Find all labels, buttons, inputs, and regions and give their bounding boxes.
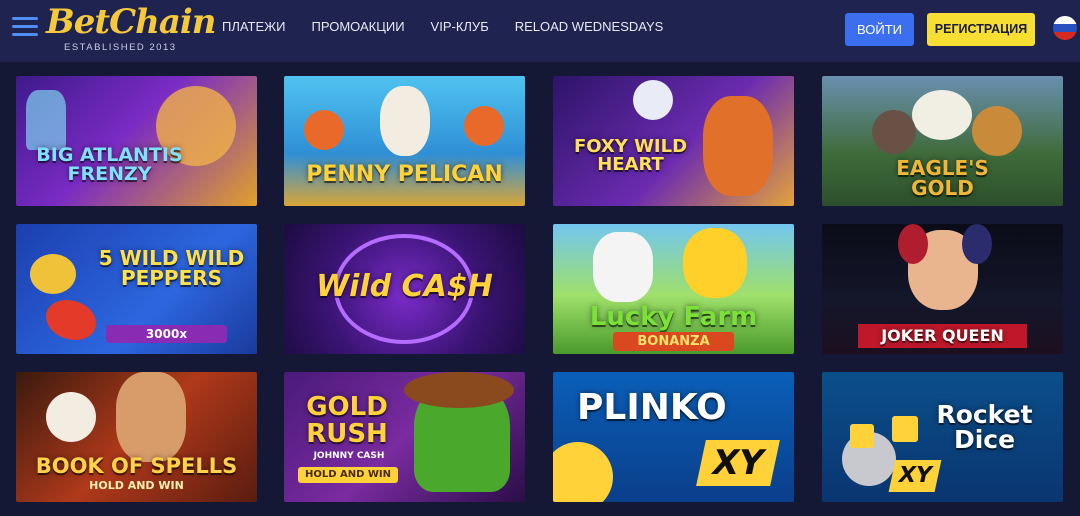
game-title: PENNY PELICAN [306,162,503,187]
game-title: JOKER QUEEN [858,324,1027,348]
game-title: GOLD RUSH [306,392,388,450]
game-tile-wild-cash[interactable]: Wild CA$H [284,224,525,354]
game-tile-gold-rush[interactable]: GOLD RUSH JOHNNY CASH HOLD AND WIN [284,372,525,502]
game-title: BIG ATLANTIS FRENZY [36,144,183,185]
game-title: PLINKO [577,387,727,428]
game-tile-joker-queen[interactable]: JOKER QUEEN [822,224,1063,354]
game-title: EAGLE'S GOLD [896,156,989,200]
game-badge: 3000x [106,325,227,343]
game-tile-foxy-wild-heart[interactable]: FOXY WILD HEART [553,76,794,206]
login-button[interactable]: ВОЙТИ [845,13,914,46]
game-tile-lucky-farm-bonanza[interactable]: Lucky Farm BONANZA [553,224,794,354]
game-title: BOOK OF SPELLS [35,454,238,478]
logo[interactable]: BetChain ESTABLISHED 2013 [46,2,217,54]
nav-vip-club[interactable]: VIP-КЛУБ [431,19,489,34]
nav-promotions[interactable]: ПРОМОАКЦИИ [312,19,405,34]
game-tile-eagles-gold[interactable]: EAGLE'S GOLD [822,76,1063,206]
game-tile-plinko-xy[interactable]: PLINKO XY [553,372,794,502]
logo-text: BetChain [46,2,217,42]
register-button[interactable]: РЕГИСТРАЦИЯ [927,13,1035,46]
game-badge: BONANZA [613,332,734,351]
game-title: Rocket Dice [936,400,1033,454]
game-subtitle: JOHNNY CASH [313,451,385,461]
menu-icon[interactable] [12,17,38,37]
game-badge: XY [888,460,942,492]
nav-payments[interactable]: ПЛАТЕЖИ [222,19,286,34]
game-tile-5-wild-wild-peppers[interactable]: 5 WILD WILD PEPPERS 3000x [16,224,257,354]
game-title: Lucky Farm [589,302,758,332]
russian-flag-icon[interactable] [1053,16,1077,40]
main-nav: ПЛАТЕЖИ ПРОМОАКЦИИ VIP-КЛУБ RELOAD WEDNE… [222,19,689,34]
game-badge: HOLD AND WIN [298,467,398,483]
game-tile-penny-pelican[interactable]: PENNY PELICAN [284,76,525,206]
logo-subtitle: ESTABLISHED 2013 [64,42,177,53]
nav-reload-wednesdays[interactable]: RELOAD WEDNESDAYS [515,19,664,34]
top-header: BetChain ESTABLISHED 2013 ПЛАТЕЖИ ПРОМОА… [0,0,1080,62]
game-badge: XY [696,440,780,486]
game-title: 5 WILD WILD PEPPERS [98,246,245,290]
game-title: FOXY WILD HEART [573,136,688,175]
game-title: Wild CA$H [316,269,493,304]
game-badge: HOLD AND WIN [89,479,184,492]
game-tile-book-of-spells[interactable]: BOOK OF SPELLS HOLD AND WIN [16,372,257,502]
game-tile-rocket-dice-xy[interactable]: Rocket Dice XY [822,372,1063,502]
game-tile-big-atlantis-frenzy[interactable]: BIG ATLANTIS FRENZY [16,76,257,206]
